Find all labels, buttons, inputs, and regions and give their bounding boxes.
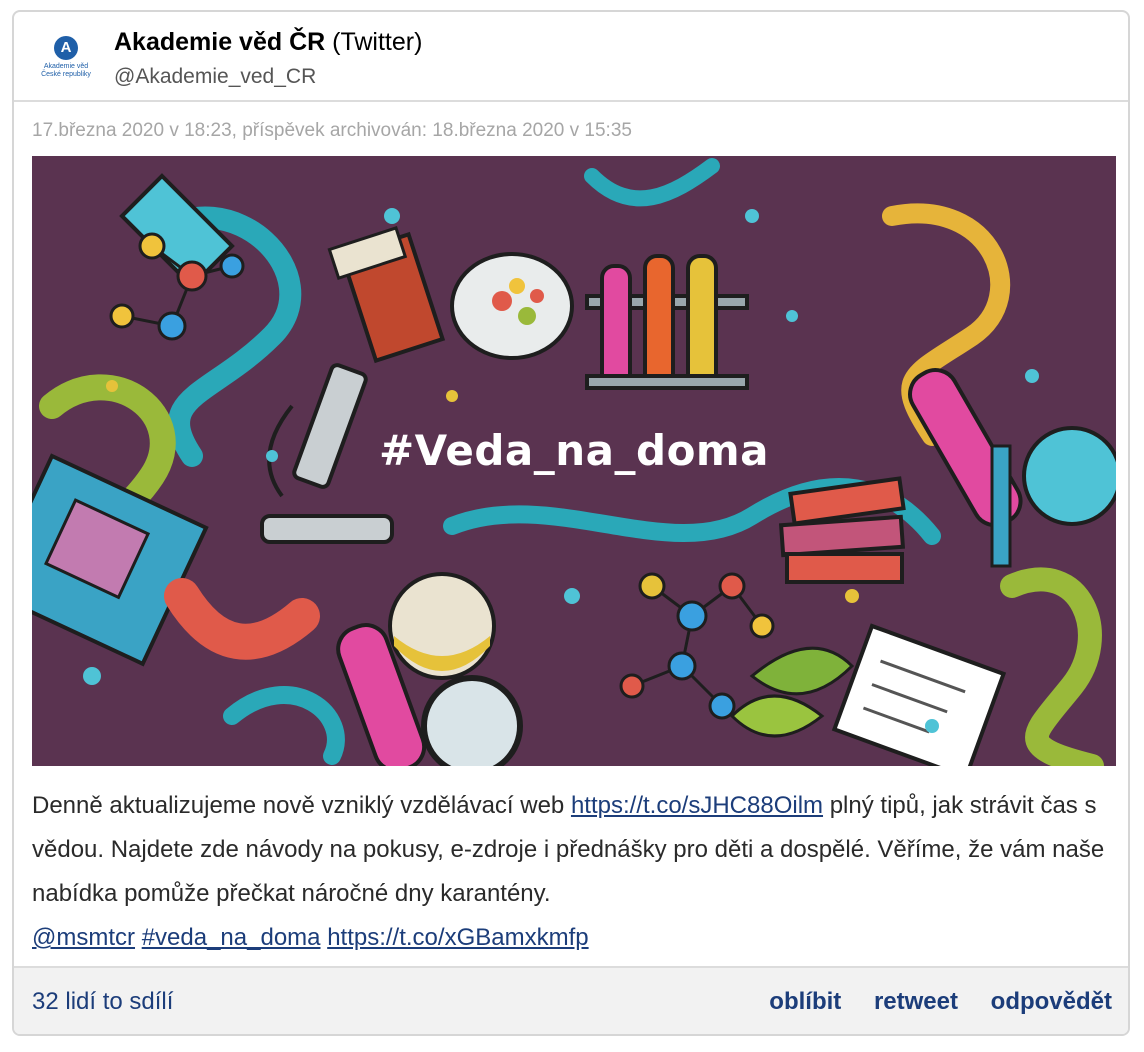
tweet-text-part1: Denně aktualizujeme nově vzniklý vzděláv… <box>32 792 571 819</box>
tweet-card: A Akademie věd České republiky Akademie … <box>12 10 1130 1036</box>
share-count[interactable]: 32 lidí to sdílí <box>32 988 173 1016</box>
author-handle[interactable]: @Akademie_ved_CR <box>114 65 316 89</box>
tweet-link-1[interactable]: https://t.co/sJHC88Oilm <box>571 792 823 819</box>
like-button[interactable]: oblíbit <box>769 988 841 1015</box>
tweet-footer: 32 lidí to sdílí oblíbit retweet odpověd… <box>14 966 1128 1034</box>
avatar[interactable]: A Akademie věd České republiky <box>34 30 98 94</box>
tweet-actions: oblíbit retweet odpovědět <box>743 988 1112 1016</box>
author-name[interactable]: Akademie věd ČR <box>114 28 325 56</box>
hashtag-link[interactable]: #veda_na_doma <box>142 924 321 951</box>
avatar-logo-text: Akademie věd České republiky <box>34 63 98 79</box>
tweet-timestamp: 17.března 2020 v 18:23, příspěvek archiv… <box>32 120 632 141</box>
academy-logo-icon: A <box>54 36 78 60</box>
tweet-header: A Akademie věd České republiky Akademie … <box>14 12 1128 102</box>
author-source: (Twitter) <box>332 28 423 56</box>
avatar-logo-line2: České republiky <box>41 71 91 78</box>
avatar-logo-line1: Akademie věd <box>43 63 89 70</box>
retweet-button[interactable]: retweet <box>874 988 958 1015</box>
author: Akademie věd ČR (Twitter) <box>114 28 422 57</box>
tweet-text: Denně aktualizujeme nově vzniklý vzděláv… <box>32 784 1122 960</box>
image-hashtag-overlay: #Veda_na_doma <box>378 426 770 475</box>
reply-button[interactable]: odpovědět <box>991 988 1112 1015</box>
tweet-link-2[interactable]: https://t.co/xGBamxkmfp <box>327 924 588 951</box>
mention-link[interactable]: @msmtcr <box>32 924 135 951</box>
tweet-image[interactable]: #Veda_na_doma <box>32 156 1116 766</box>
